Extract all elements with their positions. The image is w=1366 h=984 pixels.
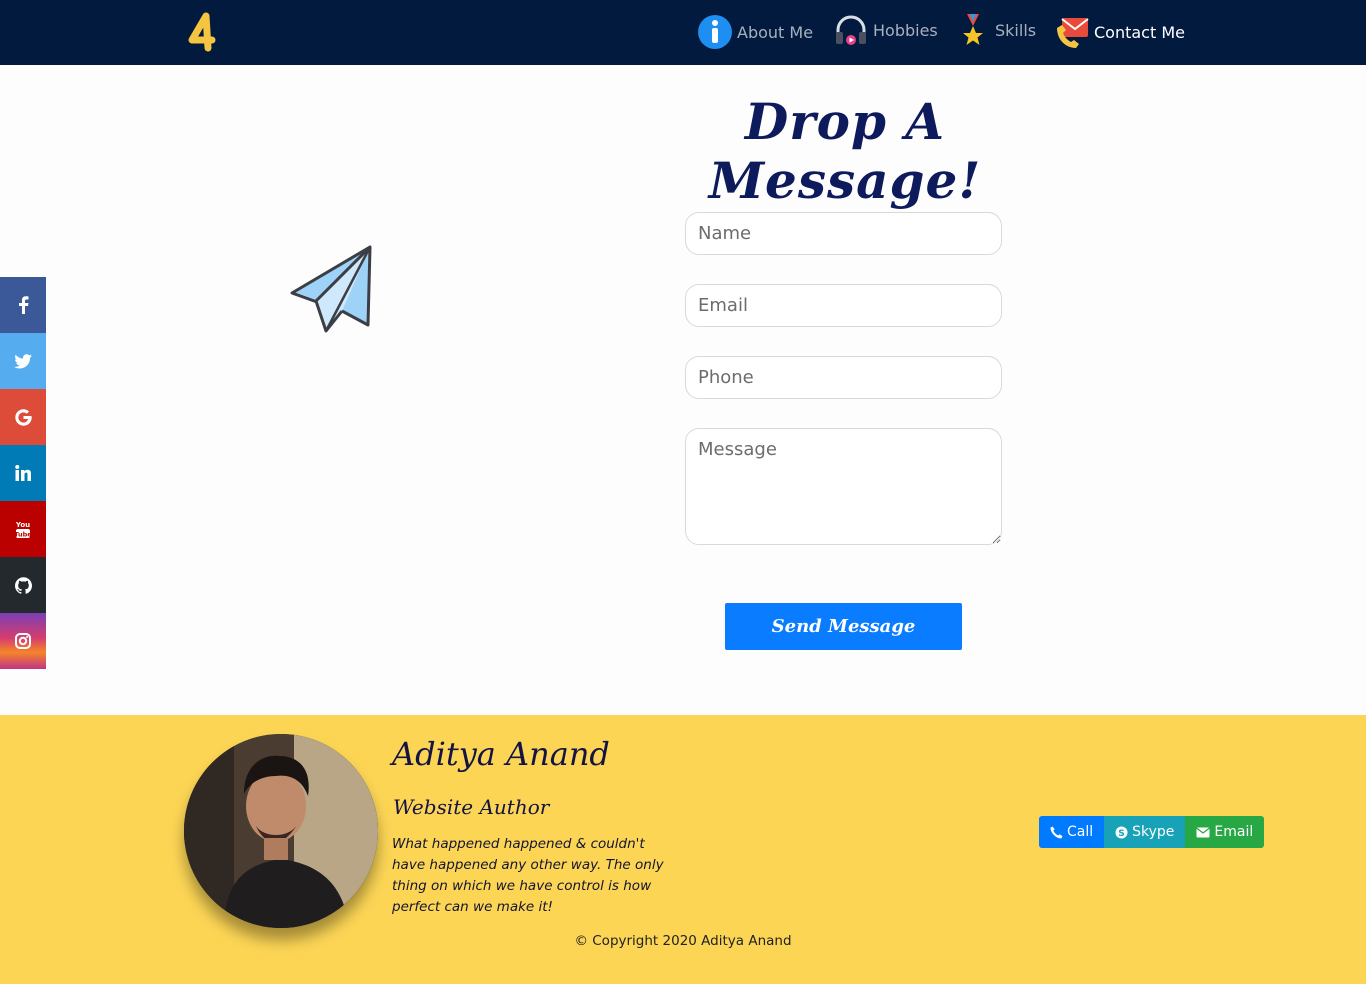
nav-item-about-me[interactable]: About Me: [697, 14, 813, 50]
instagram-link[interactable]: [0, 613, 46, 669]
nav-label-contact-me: Contact Me: [1094, 22, 1185, 42]
contact-heading: Drop A Message!: [708, 92, 982, 210]
skype-icon: S: [1115, 826, 1128, 839]
skype-button[interactable]: S Skype: [1104, 816, 1186, 848]
logo-link[interactable]: [186, 12, 222, 52]
phone-icon: [1050, 826, 1063, 838]
linkedin-link[interactable]: [0, 445, 46, 501]
contact-button-group: Call S Skype Email: [1039, 816, 1265, 848]
navbar: About Me Hobbies Skills Contact Me: [0, 0, 1366, 65]
nav-item-contact-me[interactable]: Contact Me: [1054, 14, 1185, 50]
instagram-icon: [15, 633, 31, 649]
nav-item-skills[interactable]: Skills: [955, 12, 1036, 48]
envelope-icon: [1196, 827, 1211, 837]
nav-label-skills: Skills: [995, 20, 1037, 40]
github-link[interactable]: [0, 557, 46, 613]
twitter-link[interactable]: [0, 333, 46, 389]
nav-label-hobbies: Hobbies: [873, 20, 938, 40]
call-button[interactable]: Call: [1039, 816, 1105, 848]
author-photo: [184, 734, 378, 928]
email-button-label: Email: [1214, 824, 1254, 840]
author-avatar: [184, 734, 378, 928]
headphones-icon: [836, 15, 866, 45]
github-icon: [14, 576, 32, 594]
logo-icon: [188, 12, 216, 52]
email-input[interactable]: [685, 284, 1002, 327]
copyright-text: © Copyright 2020 Aditya Anand: [574, 933, 792, 949]
youtube-link[interactable]: You Tube: [0, 501, 46, 557]
author-quote: What happened happened & couldn't have h…: [392, 836, 664, 915]
social-sidebar: You Tube: [0, 277, 46, 669]
nav-item-hobbies[interactable]: Hobbies: [833, 12, 938, 48]
name-input[interactable]: [685, 212, 1002, 255]
paper-plane-icon: [290, 245, 372, 333]
skype-button-label: Skype: [1132, 824, 1175, 840]
youtube-icon: You Tube: [15, 521, 31, 539]
author-role: Website Author: [393, 795, 550, 819]
twitter-icon: [14, 353, 32, 368]
phone-input[interactable]: [685, 356, 1002, 399]
envelope-phone-icon: [1057, 18, 1089, 48]
linkedin-icon: [15, 465, 31, 481]
facebook-icon: [19, 296, 29, 314]
google-icon: [14, 408, 32, 426]
info-icon: [698, 15, 732, 49]
medal-icon: [963, 14, 983, 45]
google-link[interactable]: [0, 389, 46, 445]
call-button-label: Call: [1067, 824, 1094, 840]
svg-text:You: You: [15, 521, 30, 529]
svg-text:Tube: Tube: [15, 531, 31, 539]
message-textarea[interactable]: [685, 428, 1002, 545]
facebook-link[interactable]: [0, 277, 46, 333]
email-button[interactable]: Email: [1185, 816, 1265, 848]
footer: Aditya Anand Website Author What happene…: [0, 715, 1366, 984]
svg-text:S: S: [1118, 829, 1124, 839]
nav-label-about-me: About Me: [737, 22, 814, 42]
author-name: Aditya Anand: [392, 735, 610, 773]
send-message-button[interactable]: Send Message: [725, 603, 962, 650]
